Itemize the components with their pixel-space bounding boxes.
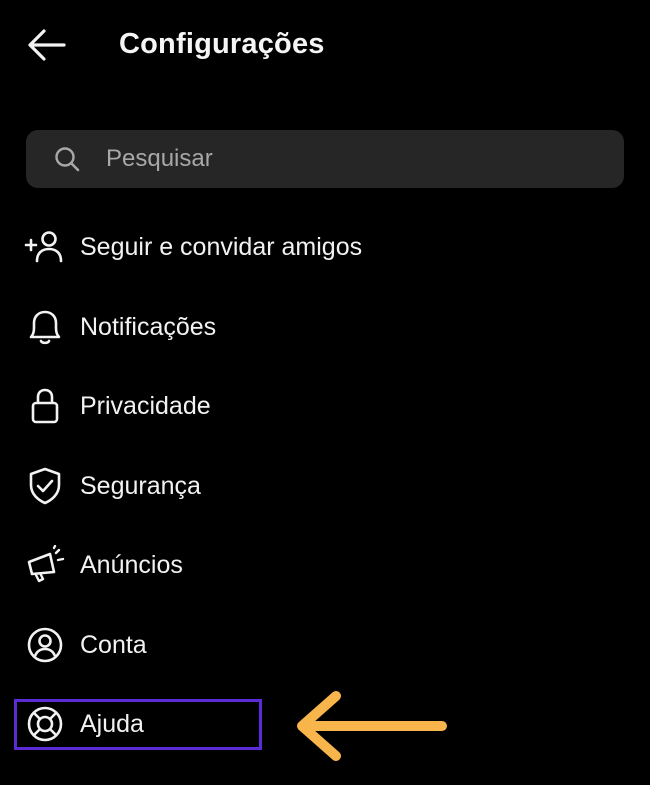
search-input[interactable]	[106, 130, 606, 188]
menu-item-label: Anúncios	[80, 551, 183, 579]
menu-item-help[interactable]: Ajuda	[0, 684, 650, 764]
menu-item-label: Privacidade	[80, 392, 211, 420]
lock-icon	[24, 386, 66, 426]
menu-item-ads[interactable]: Anúncios	[0, 525, 650, 605]
bell-icon	[24, 307, 66, 347]
menu-item-follow-invite[interactable]: Seguir e convidar amigos	[0, 207, 650, 287]
menu-item-label: Notificações	[80, 312, 217, 341]
add-person-icon	[24, 227, 66, 267]
shield-check-icon	[24, 466, 66, 506]
search-bar[interactable]	[26, 130, 624, 188]
menu-item-label: Ajuda	[80, 710, 144, 738]
search-icon	[55, 147, 80, 172]
top-bar: Configurações	[0, 0, 650, 90]
menu-item-label: Segurança	[80, 471, 201, 500]
menu-item-label: Seguir e convidar amigos	[80, 233, 363, 261]
settings-menu: Seguir e convidar amigos Notificações Pr…	[0, 207, 650, 764]
lifebuoy-icon	[24, 704, 66, 744]
menu-item-privacy[interactable]: Privacidade	[0, 366, 650, 446]
menu-item-label: Conta	[80, 630, 147, 659]
menu-item-security[interactable]: Segurança	[0, 446, 650, 526]
menu-item-notifications[interactable]: Notificações	[0, 287, 650, 367]
arrow-left-icon	[28, 29, 66, 61]
page-title: Configurações	[119, 28, 325, 60]
megaphone-icon	[24, 545, 66, 585]
user-circle-icon	[24, 625, 66, 665]
back-button[interactable]	[24, 26, 68, 64]
menu-item-account[interactable]: Conta	[0, 605, 650, 685]
